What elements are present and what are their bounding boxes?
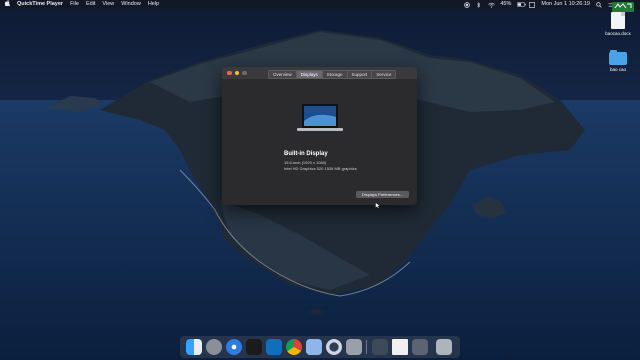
recording-badge [612, 2, 634, 12]
menubar-clock[interactable]: Mon Jun 1 10:26:19 [541, 0, 590, 9]
vscode-icon[interactable] [266, 339, 282, 355]
input-source-icon[interactable] [529, 2, 536, 8]
desktop-icon-label: bao cao [609, 67, 626, 72]
app-menu[interactable]: QuickTime Player [17, 0, 63, 9]
finder-icon[interactable] [186, 339, 202, 355]
menu-edit[interactable]: Edit [86, 0, 95, 9]
display-size: 15.6-inch (1920 x 1080) [284, 160, 327, 165]
close-button[interactable] [227, 70, 232, 75]
about-this-mac-window: Overview Displays Storage Support Servic… [222, 67, 417, 205]
desktop-icon-docx[interactable]: baocao.docx [603, 12, 633, 36]
desktop-icon-folder[interactable]: bao cao [603, 50, 633, 72]
menu-file[interactable]: File [70, 0, 79, 9]
system-preferences-icon[interactable] [346, 339, 362, 355]
photos-icon[interactable] [372, 339, 388, 355]
word-document-icon [611, 12, 625, 29]
dock-separator [366, 340, 367, 354]
menu-view[interactable]: View [102, 0, 114, 9]
tab-storage[interactable]: Storage [322, 70, 348, 78]
tab-support[interactable]: Support [347, 70, 373, 78]
tab-overview[interactable]: Overview [269, 70, 297, 78]
battery-icon[interactable] [517, 2, 527, 7]
folder-icon [609, 50, 627, 65]
quicktime-icon[interactable] [326, 339, 342, 355]
mouse-cursor-icon [375, 196, 381, 209]
dock [180, 336, 460, 358]
display-name: Built-in Display [284, 151, 328, 157]
graphics-info: Intel HD Graphics 520 1536 MB graphics [284, 166, 357, 171]
chrome-icon[interactable] [286, 339, 302, 355]
launchpad-icon[interactable] [206, 339, 222, 355]
document-icon[interactable] [392, 339, 408, 355]
preview-icon[interactable] [306, 339, 322, 355]
laptop-display-icon [296, 103, 344, 135]
tab-displays[interactable]: Displays [296, 70, 323, 78]
trash-icon[interactable] [436, 339, 452, 355]
apple-menu-icon[interactable] [4, 0, 11, 10]
menu-bar: QuickTime Player File Edit View Window H… [0, 0, 640, 9]
terminal-icon[interactable] [246, 339, 262, 355]
menu-window[interactable]: Window [121, 0, 141, 9]
record-status-icon[interactable] [464, 2, 471, 8]
menu-help[interactable]: Help [148, 0, 159, 9]
displays-preferences-button[interactable]: Displays Preferences... [356, 191, 409, 198]
tab-bar: Overview Displays Storage Support Servic… [268, 69, 397, 79]
spotlight-search-icon[interactable] [596, 2, 602, 8]
safari-icon[interactable] [226, 339, 242, 355]
zoom-button[interactable] [242, 70, 247, 75]
desktop-icon-label: baocao.docx [605, 31, 631, 36]
bluetooth-icon[interactable] [476, 1, 482, 9]
window-titlebar[interactable]: Overview Displays Storage Support Servic… [222, 67, 417, 79]
minimize-button[interactable] [234, 70, 239, 75]
tab-service[interactable]: Service [372, 70, 396, 78]
wifi-icon[interactable] [488, 2, 496, 8]
finder-window-icon[interactable] [412, 339, 428, 355]
battery-percent: 45% [500, 1, 512, 7]
